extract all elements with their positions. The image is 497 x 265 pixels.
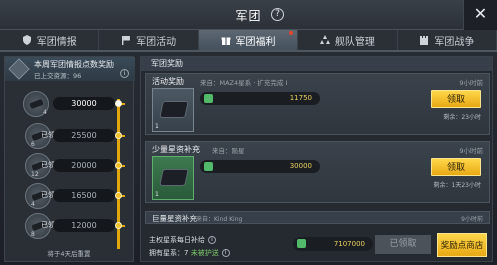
tab-bar: 军团情报 军团活动 军团福利 舰队管理 军团战争 <box>0 30 497 52</box>
milestone-node <box>115 132 122 139</box>
milestone-item[interactable]: 已领取 8 12000 <box>5 213 135 243</box>
reward-source: 来自：Kind King <box>196 216 243 223</box>
tab-label: 舰队管理 <box>334 36 375 48</box>
resource-value: 7107000 <box>333 240 365 248</box>
reward-time: 9小时前 <box>461 216 483 223</box>
milestone-node <box>115 162 122 169</box>
tab-label: 军团活动 <box>136 36 177 48</box>
milestone-value: 16500 <box>53 189 115 202</box>
info-icon[interactable]: i <box>120 69 129 78</box>
milestone-item[interactable]: 已领取 12 20000 <box>5 153 135 183</box>
reward-item-card[interactable]: 1 <box>152 88 194 132</box>
tab-legion-war[interactable]: 军团战争 <box>398 30 497 50</box>
notification-dot <box>289 31 294 35</box>
reward-entry: 少量星资补充 来自：陨星 9小时前 1 30000 领取 剩余：1天23小时 <box>145 141 490 203</box>
milestone-count: 8 <box>31 231 35 238</box>
reward-title: 巨量星资补充 <box>152 214 197 223</box>
reward-source: 来自：陨星 <box>212 147 245 155</box>
owned-systems-count: 7 <box>184 249 189 257</box>
milestone-count: 12 <box>31 171 39 178</box>
reward-time: 9小时前 <box>459 147 483 155</box>
resource-icon <box>297 239 306 248</box>
milestone-value: 12000 <box>53 219 115 232</box>
resource-amount: 30000 <box>200 160 320 173</box>
milestone-count: 4 <box>31 201 35 208</box>
remaining-time: 剩余：1天23小时 <box>433 182 481 189</box>
intel-points-panel: 本周军团情报点数奖励 已上交资源：96 i 4 30000 已领取 6 2550… <box>4 56 135 262</box>
milestone-item[interactable]: 已领取 4 16500 <box>5 183 135 213</box>
section-title: 军团奖励 <box>141 57 492 71</box>
reward-item-card[interactable]: 1 <box>152 156 194 200</box>
claim-button[interactable]: 领取 <box>431 90 481 108</box>
milestone-item[interactable]: 4 30000 <box>5 91 135 121</box>
item-quantity: 1 <box>155 123 159 130</box>
remaining-time: 剩余：23小时 <box>443 114 481 121</box>
tab-legion-intel[interactable]: 军团情报 <box>0 30 100 50</box>
claim-button[interactable]: 领取 <box>431 158 481 176</box>
title-bar: 军团 ? ✕ <box>0 0 497 30</box>
tab-legion-activity[interactable]: 军团活动 <box>99 30 199 50</box>
gift-icon <box>221 37 231 45</box>
milestone-value: 30000 <box>53 97 115 110</box>
milestone-count: 6 <box>31 141 35 148</box>
milestone-item[interactable]: 已领取 6 25500 <box>5 123 135 153</box>
reward-shop-button[interactable]: 奖励点商店 <box>437 233 487 257</box>
tab-label: 军团福利 <box>235 36 276 48</box>
reward-entry: 活动奖励 来自：MAZ4星系 · 扩充完成 I 9小时前 1 11750 领取 … <box>145 73 490 135</box>
claimed-button[interactable]: 已领取 <box>375 235 431 254</box>
fleet-icon <box>319 35 330 44</box>
escort-status: 未被护送 <box>190 249 219 257</box>
game-window: 军团 ? ✕ 军团情报 军团活动 军团福利 舰队管理 军团战争 本周军团情报点数… <box>0 0 497 265</box>
daily-supply-label: 主权星系每日补给 i <box>149 235 216 245</box>
legion-emblem-icon <box>8 58 30 80</box>
resource-value: 11750 <box>289 94 312 102</box>
owned-systems-prefix: 拥有星系： <box>149 249 184 257</box>
resource-amount: 7107000 <box>293 237 373 251</box>
daily-supply-title: 主权星系每日补给 <box>149 236 205 244</box>
owned-systems: 拥有星系：7 未被护送 i <box>149 248 230 258</box>
intel-points-header: 本周军团情报点数奖励 已上交资源：96 i <box>5 57 135 81</box>
tab-fleet-management[interactable]: 舰队管理 <box>298 30 398 50</box>
tab-legion-welfare[interactable]: 军团福利 <box>198 30 299 50</box>
close-button[interactable]: ✕ <box>463 0 497 30</box>
chest-icon <box>159 101 189 118</box>
submitted-resources: 已上交资源：96 <box>34 72 82 80</box>
item-quantity: 1 <box>155 191 159 198</box>
info-icon[interactable]: i <box>208 236 216 244</box>
reward-source: 来自：MAZ4星系 · 扩充完成 I <box>200 79 288 87</box>
milestone-value: 25500 <box>53 129 115 142</box>
milestone-value: 20000 <box>53 159 115 172</box>
resource-value: 30000 <box>289 162 312 170</box>
milestone-node <box>115 100 122 107</box>
resource-icon <box>204 94 213 103</box>
window-title: 军团 <box>235 9 262 23</box>
castle-icon <box>420 36 429 45</box>
help-icon[interactable]: ? <box>271 8 284 21</box>
resource-amount: 11750 <box>200 92 320 105</box>
intel-points-title: 本周军团情报点数奖励 <box>34 60 114 69</box>
daily-supply-row: 主权星系每日补给 i 拥有星系：7 未被护送 i 7107000 已领取 奖励点商店 <box>145 227 490 261</box>
shield-icon <box>22 35 31 45</box>
tab-label: 军团情报 <box>36 36 77 48</box>
info-icon[interactable]: i <box>221 249 230 257</box>
milestone-node <box>115 222 122 229</box>
milestone-count: 4 <box>43 109 47 116</box>
reward-title: 少量星资补充 <box>152 145 200 154</box>
reward-time: 9小时前 <box>459 79 483 87</box>
legion-rewards-panel: 军团奖励 活动奖励 来自：MAZ4星系 · 扩充完成 I 9小时前 1 1175… <box>140 56 493 262</box>
resource-icon <box>204 162 213 171</box>
reward-entry-collapsed[interactable]: 巨量星资补充 来自：Kind King 9小时前 <box>145 211 490 224</box>
milestone-node <box>115 192 122 199</box>
reward-title: 活动奖励 <box>152 77 184 86</box>
flag-icon <box>122 36 131 45</box>
reset-timer: 将于4天后重置 <box>47 250 91 258</box>
tab-label: 军团战争 <box>434 36 475 48</box>
chest-icon <box>159 169 189 186</box>
